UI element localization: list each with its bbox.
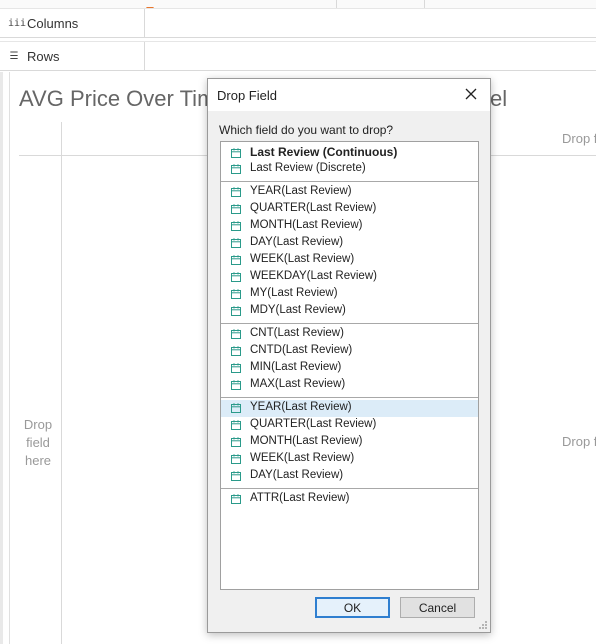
- calendar-icon: [231, 204, 241, 214]
- rows-label: Rows: [27, 48, 60, 64]
- view-title: AVG Price Over Tim: [19, 86, 209, 111]
- field-list-item[interactable]: MAX(Last Review): [221, 377, 478, 394]
- field-list-item[interactable]: MDY(Last Review): [221, 303, 478, 320]
- field-group: Last Review (Continuous) Last Review (Dis…: [221, 142, 478, 182]
- dialog-title: Drop Field: [217, 88, 277, 103]
- calendar-icon: [231, 494, 241, 504]
- field-list-item[interactable]: Last Review (Continuous): [221, 144, 478, 161]
- field-list-item-label: MY(Last Review): [250, 287, 338, 299]
- field-list-item[interactable]: MIN(Last Review): [221, 360, 478, 377]
- field-list-item-label: DAY(Last Review): [250, 469, 344, 481]
- calendar-icon: [231, 187, 241, 197]
- field-list-item[interactable]: YEAR(Last Review): [221, 400, 478, 417]
- field-group: ATTR(Last Review): [221, 489, 478, 511]
- drop-text-line: field: [26, 435, 50, 450]
- left-edge: [0, 72, 3, 644]
- field-list-item-label: ATTR(Last Review): [250, 492, 350, 504]
- rows-shelf-label: ☰ Rows: [8, 42, 145, 70]
- resize-grip-icon[interactable]: [478, 620, 488, 630]
- field-list-item-label: YEAR(Last Review): [250, 401, 352, 413]
- field-list-item-label: CNTD(Last Review): [250, 344, 353, 356]
- drop-field-here-columns[interactable]: Drop f: [562, 131, 596, 146]
- ok-button[interactable]: OK: [315, 597, 390, 618]
- columns-shelf-label: iii Columns: [8, 9, 145, 37]
- field-list-item[interactable]: YEAR(Last Review): [221, 184, 478, 201]
- calendar-icon: [231, 380, 241, 390]
- field-list-item[interactable]: QUARTER(Last Review): [221, 201, 478, 218]
- field-listbox[interactable]: Last Review (Continuous) Last Review (Dis…: [220, 141, 479, 590]
- drop-field-here-rows[interactable]: Drop field here: [19, 416, 57, 470]
- field-list-item-label: YEAR(Last Review): [250, 185, 352, 197]
- drop-text-line: Drop: [23, 417, 53, 432]
- calendar-icon: [231, 329, 241, 339]
- calendar-icon: [231, 221, 241, 231]
- top-strip: [0, 0, 596, 8]
- calendar-icon: [231, 164, 241, 174]
- columns-shelf[interactable]: iii Columns: [0, 8, 596, 38]
- field-list-item[interactable]: CNT(Last Review): [221, 326, 478, 343]
- close-icon[interactable]: [460, 83, 482, 105]
- calendar-icon: [231, 238, 241, 248]
- columns-icon: iii: [8, 17, 27, 29]
- field-list-item[interactable]: WEEK(Last Review): [221, 252, 478, 269]
- field-list-item-label: MONTH(Last Review): [250, 219, 363, 231]
- field-list-item-label: MAX(Last Review): [250, 378, 346, 390]
- field-list-item[interactable]: CNTD(Last Review): [221, 343, 478, 360]
- rows-icon: ☰: [9, 50, 19, 62]
- calendar-icon: [231, 255, 241, 265]
- calendar-icon: [231, 471, 241, 481]
- field-list-item-label: MONTH(Last Review): [250, 435, 363, 447]
- shelf-divider: [424, 0, 425, 8]
- calendar-icon: [231, 454, 241, 464]
- rows-shelf[interactable]: ☰ Rows: [0, 41, 596, 71]
- field-list-item[interactable]: WEEKDAY(Last Review): [221, 269, 478, 286]
- field-list-item-label: WEEK(Last Review): [250, 452, 355, 464]
- view-title-tail: el: [490, 86, 508, 111]
- calendar-icon: [231, 437, 241, 447]
- calendar-icon: [231, 272, 241, 282]
- field-list-item-label: WEEK(Last Review): [250, 253, 355, 265]
- field-list-item-label: Last Review (Discrete): [250, 162, 366, 174]
- field-list-item[interactable]: MONTH(Last Review): [221, 434, 478, 451]
- calendar-icon: [231, 147, 241, 158]
- field-list-item-label: MDY(Last Review): [250, 304, 346, 316]
- field-group: CNT(Last Review) CNTD(Last Review) MIN(Las…: [221, 324, 478, 398]
- field-list-item-label: CNT(Last Review): [250, 327, 344, 339]
- field-list-item[interactable]: Last Review (Discrete): [221, 161, 478, 178]
- field-list-item-label: QUARTER(Last Review): [250, 202, 377, 214]
- calendar-icon: [231, 420, 241, 430]
- field-list-item[interactable]: MONTH(Last Review): [221, 218, 478, 235]
- drop-text-line: here: [24, 453, 52, 468]
- field-list-item-label: WEEKDAY(Last Review): [250, 270, 377, 282]
- field-group: YEAR(Last Review) QUARTER(Last Review) MON…: [221, 182, 478, 324]
- calendar-icon: [231, 403, 241, 413]
- field-list-item-label: Last Review (Continuous): [250, 145, 398, 159]
- drop-field-dialog: Drop Field Which field do you want to dr…: [207, 78, 491, 633]
- field-list-item[interactable]: QUARTER(Last Review): [221, 417, 478, 434]
- row-header-divider: [61, 122, 62, 644]
- cancel-button[interactable]: Cancel: [400, 597, 475, 618]
- drop-field-here-marks[interactable]: Drop f: [562, 434, 596, 449]
- field-list-item[interactable]: DAY(Last Review): [221, 235, 478, 252]
- field-list-item-label: MIN(Last Review): [250, 361, 342, 373]
- calendar-icon: [231, 306, 241, 316]
- field-list-item[interactable]: DAY(Last Review): [221, 468, 478, 485]
- field-list-item-label: DAY(Last Review): [250, 236, 344, 248]
- field-list-item[interactable]: MY(Last Review): [221, 286, 478, 303]
- dialog-titlebar[interactable]: Drop Field: [208, 79, 490, 111]
- calendar-icon: [231, 363, 241, 373]
- calendar-icon: [231, 346, 241, 356]
- dialog-question: Which field do you want to drop?: [219, 123, 394, 137]
- columns-label: Columns: [27, 15, 79, 31]
- field-list-item-label: QUARTER(Last Review): [250, 418, 377, 430]
- field-list-item[interactable]: WEEK(Last Review): [221, 451, 478, 468]
- shelf-divider: [336, 0, 337, 8]
- field-list-item[interactable]: ATTR(Last Review): [221, 491, 478, 508]
- field-group: YEAR(Last Review) QUARTER(Last Review) MON…: [221, 398, 478, 489]
- calendar-icon: [231, 289, 241, 299]
